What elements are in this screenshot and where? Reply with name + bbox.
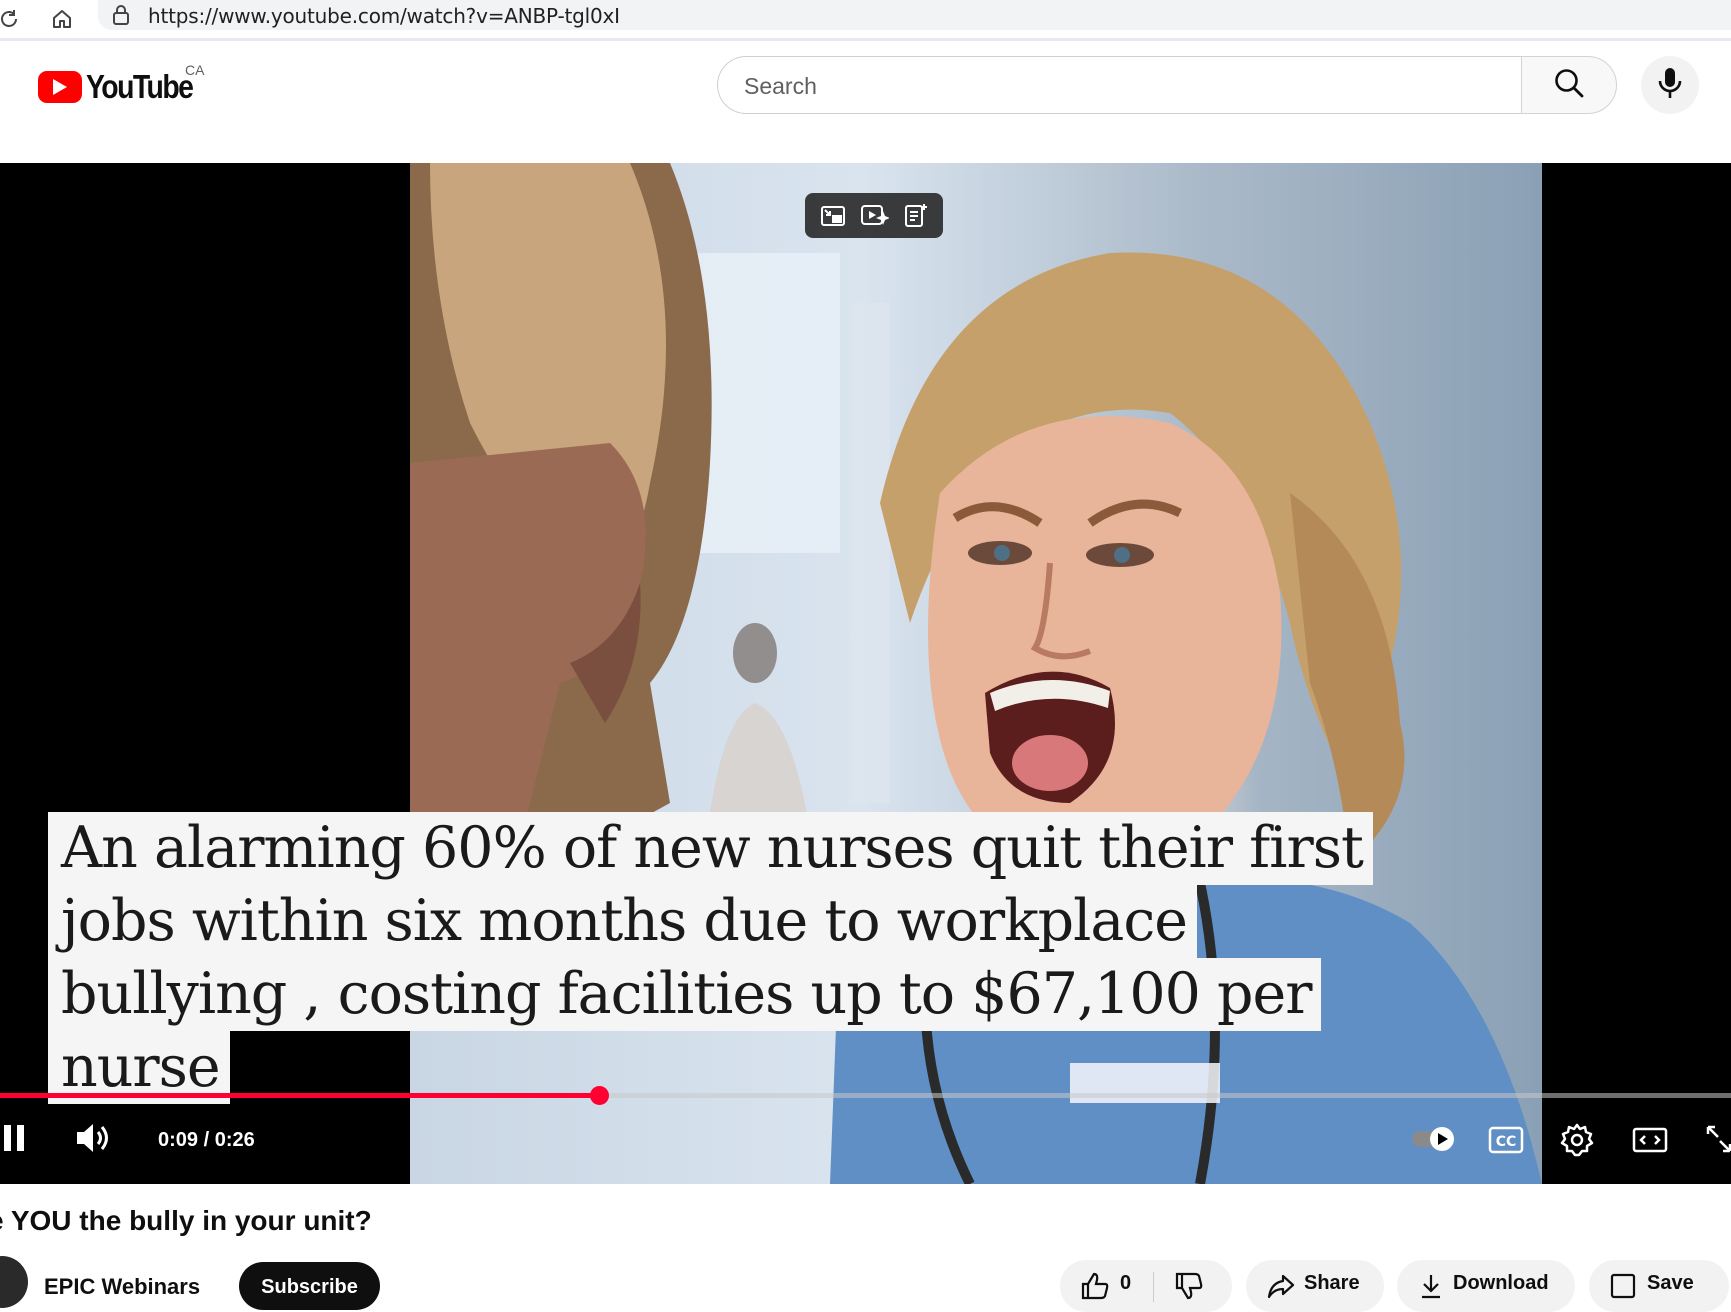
youtube-wordmark: YouTube — [86, 68, 194, 105]
address-bar[interactable]: https://www.youtube.com/watch?v=ANBP-tgl… — [98, 0, 1731, 30]
save-playlist-icon — [1609, 1272, 1639, 1306]
subtitles-cc-icon[interactable]: CC — [1488, 1125, 1524, 1155]
caption-line: An alarming 60% of new nurses quit their… — [48, 812, 1373, 885]
caption-line: bullying , costing facilities up to $67,… — [48, 958, 1322, 1031]
svg-text:CC: CC — [1496, 1134, 1517, 1150]
save-label: Save — [1647, 1272, 1694, 1294]
download-label: Download — [1453, 1272, 1549, 1294]
like-dislike-group: 0 — [1060, 1260, 1232, 1312]
fullscreen-icon[interactable] — [1704, 1123, 1731, 1155]
video-summary-icon[interactable] — [859, 202, 889, 230]
search-box — [717, 56, 1617, 114]
video-caption-overlay: An alarming 60% of new nurses quit their… — [48, 812, 1373, 1104]
pip-icon[interactable] — [819, 202, 847, 230]
like-icon[interactable] — [1080, 1272, 1110, 1306]
lock-icon — [112, 5, 130, 30]
volume-icon[interactable] — [74, 1121, 112, 1155]
url-text: https://www.youtube.com/watch?v=ANBP-tgl… — [148, 4, 620, 28]
search-field — [717, 56, 1522, 114]
youtube-logo[interactable]: YouTube CA — [38, 62, 210, 106]
microphone-icon — [1657, 66, 1683, 105]
search-input[interactable] — [742, 67, 1506, 105]
search-button[interactable] — [1521, 56, 1617, 114]
download-icon — [1417, 1272, 1445, 1306]
caption-line: jobs within six months due to workplace — [48, 885, 1197, 958]
settings-gear-icon[interactable] — [1560, 1123, 1594, 1157]
like-divider — [1153, 1272, 1155, 1302]
download-button[interactable]: Download — [1397, 1260, 1575, 1312]
voice-search-button[interactable] — [1641, 56, 1699, 114]
reload-icon[interactable] — [0, 4, 24, 34]
share-label: Share — [1304, 1272, 1360, 1294]
subscribe-button[interactable]: Subscribe — [239, 1262, 380, 1310]
share-button[interactable]: Share — [1246, 1260, 1384, 1312]
dislike-icon[interactable] — [1174, 1272, 1204, 1306]
pause-button[interactable] — [0, 1123, 28, 1153]
progress-bar[interactable] — [0, 1086, 1731, 1105]
like-count: 0 — [1120, 1272, 1132, 1294]
save-button[interactable]: Save — [1589, 1260, 1729, 1312]
share-icon — [1266, 1272, 1296, 1306]
time-display: 0:09 / 0:26 — [158, 1129, 255, 1151]
video-player[interactable]: An alarming 60% of new nurses quit their… — [0, 163, 1731, 1184]
progress-scrubber[interactable] — [589, 1086, 609, 1105]
search-icon — [1553, 67, 1585, 104]
notes-icon[interactable] — [901, 202, 929, 230]
theater-mode-icon[interactable] — [1632, 1125, 1668, 1155]
youtube-play-icon — [38, 71, 82, 103]
player-overlay-toolbar — [805, 193, 943, 238]
channel-avatar[interactable] — [0, 1256, 28, 1308]
autoplay-toggle[interactable] — [1410, 1125, 1458, 1153]
progress-played — [0, 1093, 599, 1098]
browser-toolbar: https://www.youtube.com/watch?v=ANBP-tgl… — [0, 0, 1731, 41]
region-code: CA — [185, 62, 205, 78]
video-title: e YOU the bully in your unit? — [0, 1205, 372, 1236]
home-icon[interactable] — [47, 4, 77, 34]
player-controls: 0:09 / 0:26 CC — [0, 1113, 1731, 1173]
channel-name[interactable]: EPIC Webinars — [44, 1274, 200, 1300]
youtube-masthead: YouTube CA — [0, 41, 1731, 161]
